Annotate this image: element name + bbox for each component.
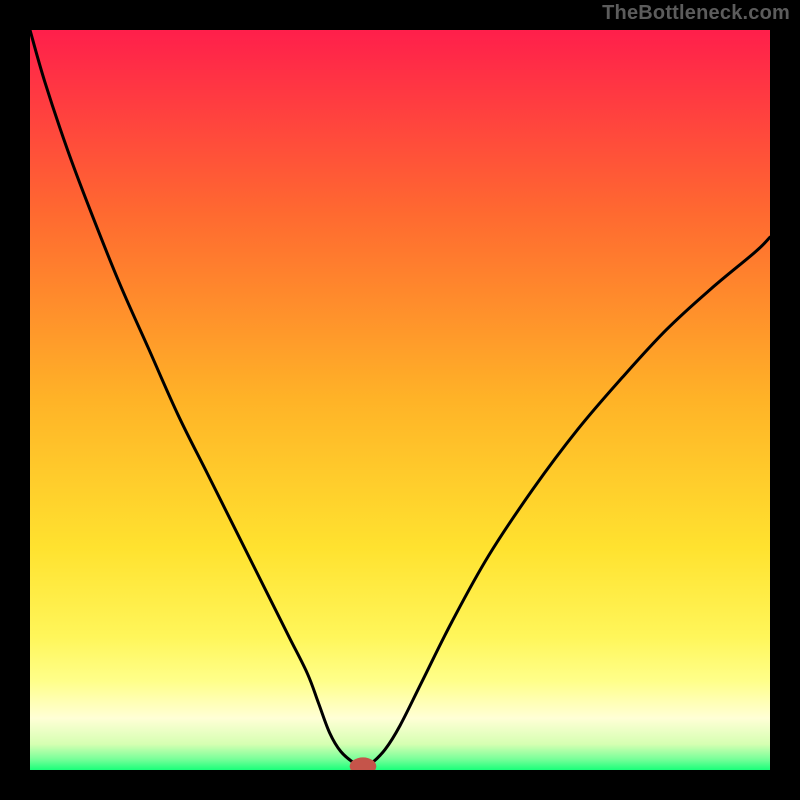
- chart-frame: TheBottleneck.com: [0, 0, 800, 800]
- watermark-text: TheBottleneck.com: [602, 2, 790, 25]
- plot-background: [30, 30, 770, 770]
- bottleneck-chart: [30, 30, 770, 770]
